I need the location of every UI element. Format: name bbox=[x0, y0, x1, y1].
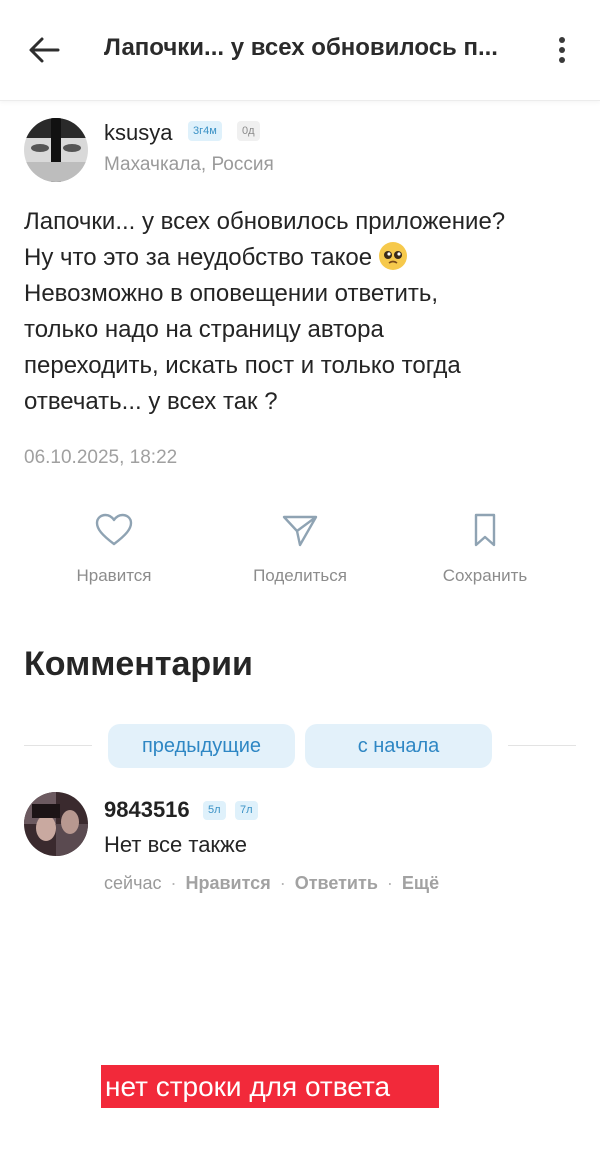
account-age-badge: 3г4м bbox=[188, 121, 222, 141]
comment-badge-2: 7л bbox=[235, 801, 258, 820]
back-button[interactable] bbox=[24, 32, 64, 68]
heart-icon bbox=[95, 513, 133, 546]
bookmark-icon bbox=[474, 513, 496, 547]
pleading-face-emoji-icon bbox=[378, 242, 407, 270]
separator-dot: · bbox=[279, 873, 286, 893]
comment-time: сейчас bbox=[104, 873, 162, 893]
comment-more-link[interactable]: Ещё bbox=[402, 873, 439, 893]
post-text-part-1: Лапочки... у всех обновилось приложение?… bbox=[24, 208, 506, 271]
post-text: Лапочки... у всех обновилось приложение?… bbox=[24, 204, 584, 420]
comment-meta: сейчас · Нравится · Ответить · Ещё bbox=[104, 873, 439, 894]
divider-right bbox=[508, 745, 576, 746]
share-label: Поделиться bbox=[253, 566, 347, 585]
time-badge: 0д bbox=[237, 121, 260, 141]
comment-author[interactable]: 9843516 bbox=[104, 797, 190, 823]
comment-reply-link[interactable]: Ответить bbox=[295, 873, 378, 893]
like-label: Нравится bbox=[76, 566, 152, 585]
send-icon bbox=[282, 515, 318, 547]
author-avatar[interactable] bbox=[24, 118, 88, 182]
comment-like-link[interactable]: Нравится bbox=[185, 873, 270, 893]
more-vertical-icon bbox=[559, 37, 565, 63]
top-app-bar: Лапочки... у всех обновилось п... bbox=[0, 0, 600, 101]
divider-left bbox=[24, 745, 92, 746]
author-name[interactable]: ksusya bbox=[104, 120, 172, 146]
like-button[interactable]: Нравится bbox=[24, 512, 204, 602]
separator-dot: · bbox=[170, 873, 177, 893]
post-date: 06.10.2025, 18:22 bbox=[24, 447, 178, 468]
previous-comments-button[interactable]: предыдущие bbox=[108, 724, 295, 768]
comment-avatar[interactable] bbox=[24, 792, 88, 856]
comments-heading: Комментарии bbox=[24, 645, 253, 683]
annotation-label: нет строки для ответа bbox=[101, 1065, 439, 1108]
post-text-part-2: Невозможно в оповещении ответить, только… bbox=[24, 280, 461, 415]
save-button[interactable]: Сохранить bbox=[395, 512, 575, 602]
share-button[interactable]: Поделиться bbox=[210, 512, 390, 602]
page-title: Лапочки... у всех обновилось п... bbox=[104, 34, 498, 61]
save-label: Сохранить bbox=[442, 566, 528, 585]
comment-text: Нет все также bbox=[104, 832, 248, 857]
separator-dot: · bbox=[386, 873, 393, 893]
arrow-left-icon bbox=[29, 37, 60, 63]
more-options-button[interactable] bbox=[548, 30, 576, 70]
comment-badge-1: 5л bbox=[203, 801, 226, 820]
from-start-button[interactable]: с начала bbox=[305, 724, 492, 768]
author-location: Махачкала, Россия bbox=[104, 154, 274, 175]
